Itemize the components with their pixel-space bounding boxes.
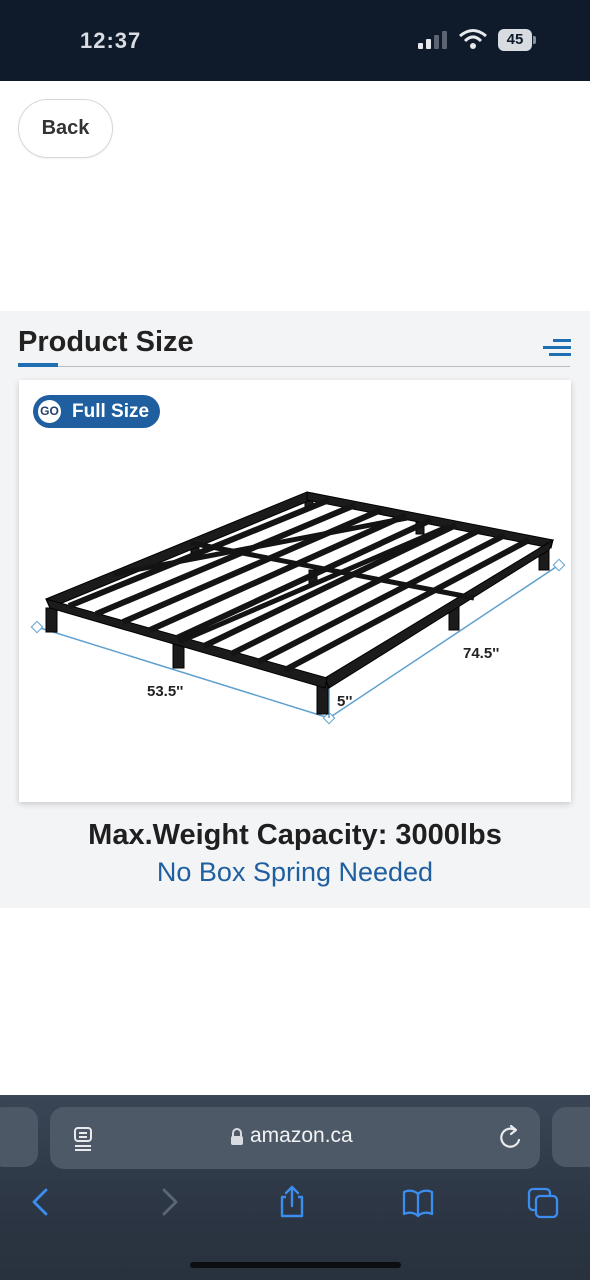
cellular-signal-icon [418,31,447,49]
address-bar[interactable]: amazon.ca [50,1107,540,1169]
section-title: Product Size [18,326,194,358]
back-button[interactable]: Back [18,99,113,158]
next-tab-preview[interactable] [552,1107,590,1167]
bed-frame-illustration: 53.5'' 74.5'' 5'' [30,491,566,725]
dimension-height-label: 5'' [337,693,352,710]
size-badge: GO Full Size [33,395,160,428]
weight-capacity-text: Max.Weight Capacity: 3000lbs [88,819,502,851]
reload-icon[interactable] [498,1124,524,1152]
share-icon[interactable] [276,1185,308,1219]
title-divider [18,366,570,367]
lock-icon [231,1128,243,1145]
product-image[interactable]: 53.5'' 74.5'' 5'' GO Full Size [19,380,571,802]
tabs-icon[interactable] [527,1185,559,1219]
bookmarks-icon[interactable] [402,1185,434,1219]
home-indicator [190,1262,401,1268]
battery-level: 45 [498,29,532,51]
dimension-width-label: 53.5'' [147,683,183,700]
dimension-length-label: 74.5'' [463,645,499,662]
product-size-section: Product Size 53.5'' 74.5'' 5'' GO Full S… [0,311,590,908]
url-text[interactable]: amazon.ca [250,1124,353,1148]
menu-icon[interactable] [543,339,571,357]
box-spring-note: No Box Spring Needed [156,857,434,887]
size-badge-label: Full Size [72,401,150,422]
previous-tab-preview[interactable] [0,1107,38,1167]
back-arrow-icon[interactable] [26,1185,58,1219]
forward-arrow-icon[interactable] [152,1185,184,1219]
battery-icon: 45 [498,29,538,51]
go-logo: GO [36,398,63,425]
reader-icon[interactable] [72,1126,96,1152]
browser-toolbar: amazon.ca [0,1095,590,1280]
wifi-icon [459,29,487,49]
status-time: 12:37 [80,28,142,53]
title-underline [18,363,58,367]
status-bar: 12:37 45 [0,0,590,81]
